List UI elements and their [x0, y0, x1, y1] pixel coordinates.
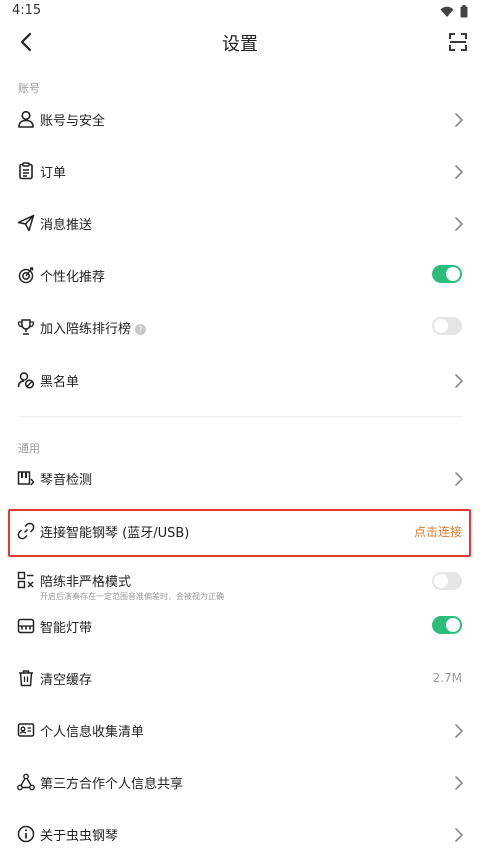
row-about[interactable]: 关于虫虫钢琴 [0, 810, 480, 854]
row-pitch-detection[interactable]: 琴音检测 [0, 454, 480, 506]
row-personal-info[interactable]: 个人信息收集清单 [0, 706, 480, 758]
row-blacklist[interactable]: 黑名单 [0, 356, 480, 408]
row-third-party[interactable]: 第三方合作个人信息共享 [0, 758, 480, 810]
lenient-mode-toggle[interactable] [432, 572, 462, 590]
chevron-right-icon [455, 217, 464, 231]
mode-grid-icon [17, 571, 34, 589]
row-light-strip: 智能灯带 [0, 602, 480, 654]
row-label-text: 加入陪练排行榜 [40, 322, 132, 337]
status-bar: 4:15 [0, 0, 480, 24]
row-label: 加入陪练排行榜? [40, 318, 147, 337]
personalized-toggle[interactable] [432, 265, 462, 283]
row-label: 关于虫虫钢琴 [40, 829, 119, 844]
scan-icon [449, 33, 467, 51]
trophy-icon [17, 319, 35, 335]
toggle-knob [434, 319, 448, 333]
trash-icon [19, 670, 33, 687]
row-orders[interactable]: 订单 [0, 147, 480, 199]
status-icons [440, 5, 468, 18]
chevron-right-icon [455, 472, 464, 486]
piano-keys-icon [17, 471, 35, 486]
row-notifications[interactable]: 消息推送 [0, 199, 480, 251]
toggle-knob [446, 618, 460, 632]
row-label: 个人信息收集清单 [40, 725, 145, 740]
status-time: 4:15 [12, 3, 42, 18]
row-label: 个性化推荐 [40, 270, 106, 285]
wifi-icon [440, 6, 454, 17]
row-label: 订单 [40, 166, 67, 181]
chevron-right-icon [455, 165, 464, 179]
toggle-knob [446, 267, 460, 281]
share-nodes-icon [17, 773, 35, 791]
row-label: 消息推送 [40, 218, 93, 233]
light-strip-toggle[interactable] [432, 616, 462, 634]
blocked-user-icon [17, 372, 35, 389]
chevron-right-icon [455, 374, 464, 388]
user-icon [18, 110, 34, 128]
row-label: 黑名单 [40, 375, 80, 390]
send-icon [17, 214, 35, 232]
row-label: 清空缓存 [40, 673, 93, 688]
row-personalized: 个性化推荐 [0, 251, 480, 303]
battery-icon [460, 5, 468, 18]
row-label: 琴音检测 [40, 473, 93, 488]
row-clear-cache[interactable]: 清空缓存 2.7M [0, 654, 480, 706]
section-divider [18, 416, 462, 417]
page-title: 设置 [222, 34, 258, 55]
target-icon [18, 267, 34, 284]
row-sublabel: 开启后演奏存在一定范围音准偏差时，会被视为正确 [40, 592, 224, 601]
highlight-outline [8, 509, 471, 557]
row-account-security[interactable]: 账号与安全 [0, 95, 480, 147]
light-strip-icon [17, 618, 35, 634]
chevron-right-icon [455, 113, 464, 127]
row-leaderboard: 加入陪练排行榜? [0, 303, 480, 355]
chevron-right-icon [455, 828, 464, 842]
row-label: 陪练非严格模式 [40, 575, 132, 590]
row-label: 第三方合作个人信息共享 [40, 777, 184, 792]
nav-bar: 设置 [0, 24, 480, 60]
clipboard-icon [19, 162, 33, 180]
row-label: 智能灯带 [40, 621, 93, 636]
toggle-knob [434, 574, 448, 588]
info-icon [17, 825, 35, 843]
cache-size-value: 2.7M [432, 671, 462, 685]
id-card-icon [17, 723, 35, 737]
chevron-right-icon [455, 776, 464, 790]
help-icon[interactable]: ? [135, 324, 147, 335]
chevron-right-icon [455, 724, 464, 738]
section-title-account: 账号 [18, 82, 40, 95]
scan-button[interactable] [444, 28, 472, 56]
leaderboard-toggle[interactable] [432, 317, 462, 335]
row-label: 账号与安全 [40, 114, 106, 129]
